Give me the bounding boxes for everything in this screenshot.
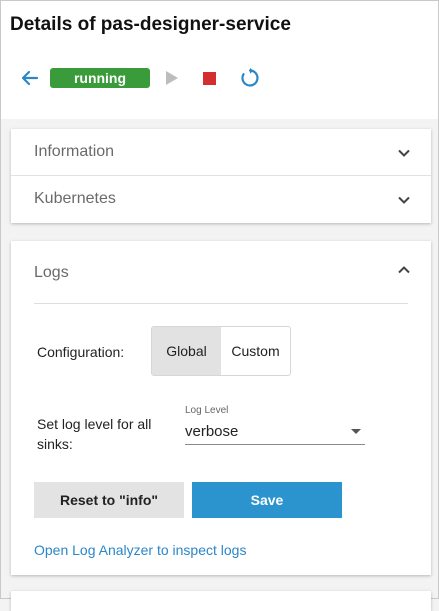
accordion-logs-label: Logs bbox=[34, 264, 69, 281]
logs-card: Logs Configuration: Global Custom Set lo… bbox=[11, 241, 431, 575]
log-level-value: verbose bbox=[185, 423, 239, 440]
log-level-select[interactable]: verbose bbox=[185, 419, 365, 445]
log-level-label: Set log level for all sinks: bbox=[37, 416, 152, 452]
toggle-custom[interactable]: Custom bbox=[221, 327, 290, 375]
restart-icon bbox=[241, 68, 259, 87]
restart-button[interactable] bbox=[239, 67, 261, 89]
log-level-caption: Log Level bbox=[185, 405, 229, 416]
configuration-toggle: Global Custom bbox=[151, 326, 291, 376]
back-button[interactable] bbox=[19, 67, 41, 89]
toggle-global[interactable]: Global bbox=[152, 327, 221, 375]
logs-divider bbox=[34, 303, 408, 304]
accordion-kubernetes-label: Kubernetes bbox=[34, 190, 116, 207]
configuration-label: Configuration: bbox=[37, 344, 125, 360]
accordion-kubernetes[interactable]: Kubernetes bbox=[11, 176, 431, 223]
accordion-logs[interactable]: Logs bbox=[11, 241, 431, 303]
app-frame: Details of pas-designer-service running … bbox=[0, 0, 439, 611]
next-card bbox=[11, 591, 431, 611]
play-button[interactable] bbox=[165, 70, 179, 86]
save-button[interactable]: Save bbox=[192, 482, 342, 518]
page-title: Details of pas-designer-service bbox=[10, 14, 291, 35]
status-badge: running bbox=[50, 68, 150, 88]
accordion-information[interactable]: Information bbox=[11, 129, 431, 176]
chevron-down-icon bbox=[398, 149, 410, 157]
chevron-down-icon bbox=[398, 196, 410, 204]
stop-button[interactable] bbox=[203, 72, 216, 85]
log-analyzer-link[interactable]: Open Log Analyzer to inspect logs bbox=[34, 542, 246, 558]
arrow-left-icon bbox=[21, 70, 39, 86]
play-icon bbox=[166, 71, 178, 85]
accordion-information-label: Information bbox=[34, 143, 115, 160]
info-kube-card: Information Kubernetes bbox=[11, 129, 431, 223]
caret-down-icon bbox=[351, 429, 361, 434]
chevron-up-icon bbox=[398, 266, 410, 274]
reset-button[interactable]: Reset to "info" bbox=[34, 482, 184, 518]
page-header: Details of pas-designer-service running bbox=[1, 1, 438, 119]
